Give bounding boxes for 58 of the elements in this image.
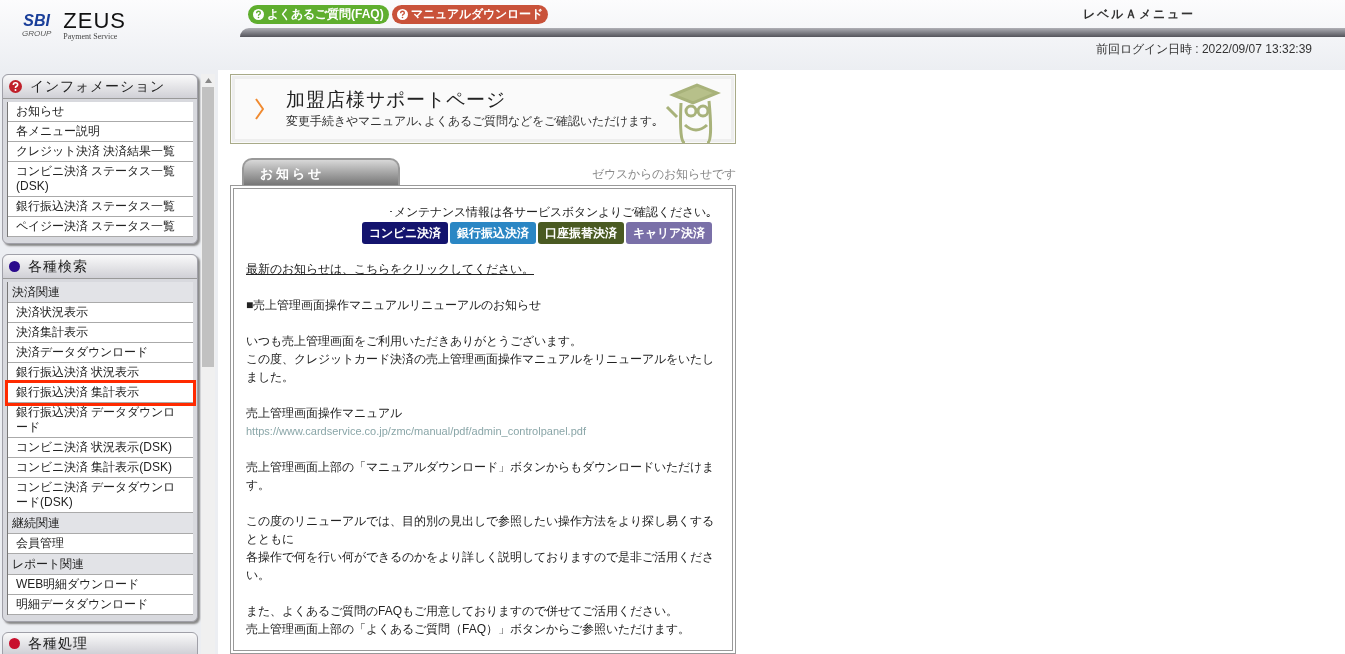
notice-paragraph: 売上管理画面上部の「よくあるご質問（FAQ）」ボタンからご参照いただけます。 [246, 621, 691, 638]
group-heading: 決済関連 [8, 282, 193, 303]
panel-header[interactable]: インフォメーション [3, 75, 197, 99]
menu-link[interactable]: 決済状況表示 [8, 303, 193, 323]
help-icon [253, 8, 264, 20]
menu-link[interactable]: コンビニ決済 集計表示(DSK) [8, 458, 193, 478]
menu-link[interactable]: 銀行振込決済 状況表示 [8, 363, 193, 383]
menu-link[interactable]: お知らせ [8, 102, 193, 122]
notice-paragraph: 売上管理画面操作マニュアル [246, 405, 403, 422]
latest-news-link[interactable]: 最新のお知らせは、こちらをクリックしてください。 [246, 260, 534, 278]
notice-paragraph: この度、クレジットカード決済の売上管理画面操作マニュアルをリニューアルをいたしました。 [246, 351, 715, 386]
panel-header[interactable]: 各種検索 [3, 255, 197, 279]
panel-title: 各種検索 [28, 257, 88, 276]
menu-link[interactable]: コンビニ決済 ステータス一覧(DSK) [8, 162, 193, 197]
notice-paragraph: いつも売上管理画面をご利用いただきありがとうございます。 [246, 333, 583, 350]
menu-link[interactable]: WEB明細ダウンロード [8, 575, 193, 595]
group-heading: 継続関連 [8, 513, 193, 534]
logo-brand: ZEUS [63, 10, 127, 32]
scroll-thumb[interactable] [202, 87, 214, 367]
last-login-text: 前回ログイン日時 : 2022/09/07 13:32:39 [1095, 41, 1312, 58]
notice-paragraph: また、よくあるご質問のFAQもご用意しておりますので併せてご活用ください。 [246, 603, 679, 620]
notice-caption: ゼウスからのお知らせです [592, 166, 736, 183]
menu-link[interactable]: ペイジー決済 ステータス一覧 [8, 217, 193, 237]
menu-link[interactable]: 決済データダウンロード [8, 343, 193, 363]
maintenance-hint: ･メンテナンス情報は各サービスボタンよりご確認ください｡ [388, 204, 712, 221]
banner-title: 加盟店様サポートページ [286, 88, 507, 112]
notice-paragraph: この度のリニューアルでは、目的別の見出しで参照したい操作方法をより探し易くするとともに [246, 513, 715, 548]
help-icon [396, 8, 408, 20]
header-link-button[interactable]: マニュアルダウンロード [391, 4, 548, 24]
menu-level-title: レベルＡメニュー [1083, 6, 1195, 23]
support-page-banner[interactable]: 加盟店様サポートページ 変更手続きやマニュアル､よくあるご質問などをご確認いただけます｡ [230, 74, 736, 144]
menu-link[interactable]: 銀行振込決済 データダウンロード [8, 403, 193, 438]
service-button[interactable]: コンビニ決済 [362, 222, 448, 244]
menu-link[interactable]: クレジット決済 決済結果一覧 [8, 142, 193, 162]
menu-link[interactable]: 決済集計表示 [8, 323, 193, 343]
notice-paragraph: 各操作で何を行い何ができるのかをより詳しく説明しておりますので是非ご活用ください。 [246, 549, 715, 584]
panel-title: インフォメーション [30, 77, 165, 96]
group-heading: レポート関連 [8, 554, 193, 575]
logo-subtext: Payment Service [63, 32, 119, 42]
mascot-drawing [663, 81, 721, 143]
menu-link[interactable]: コンビニ決済 状況表示(DSK) [8, 438, 193, 458]
panel-title: 各種処理 [28, 634, 88, 653]
service-button[interactable]: キャリア決済 [626, 222, 712, 244]
logo-subtext: GROUP [22, 29, 52, 39]
menu-link[interactable]: 明細データダウンロード [8, 595, 193, 615]
menu-link[interactable]: 銀行振込決済 ステータス一覧 [8, 197, 193, 217]
chevron-icon [255, 98, 264, 120]
menu-link[interactable]: 銀行振込決済 集計表示 [8, 383, 193, 403]
service-button[interactable]: 口座振替決済 [538, 222, 624, 244]
banner-subtitle: 変更手続きやマニュアル､よくあるご質問などをご確認いただけます｡ [286, 113, 658, 130]
notice-paragraph: 売上管理画面上部の「マニュアルダウンロード」ボタンからもダウンロードいただけます。 [246, 459, 715, 494]
scroll-up-icon[interactable] [204, 78, 212, 83]
panel-header[interactable]: 各種処理 [2, 632, 198, 654]
help-icon [9, 80, 22, 93]
menu-link[interactable]: 各メニュー説明 [8, 122, 193, 142]
logo-mark: SBI [23, 13, 50, 29]
notice-paragraph: ■売上管理画面操作マニュアルリニューアルのお知らせ [246, 297, 543, 314]
service-button[interactable]: 銀行振込決済 [450, 222, 536, 244]
